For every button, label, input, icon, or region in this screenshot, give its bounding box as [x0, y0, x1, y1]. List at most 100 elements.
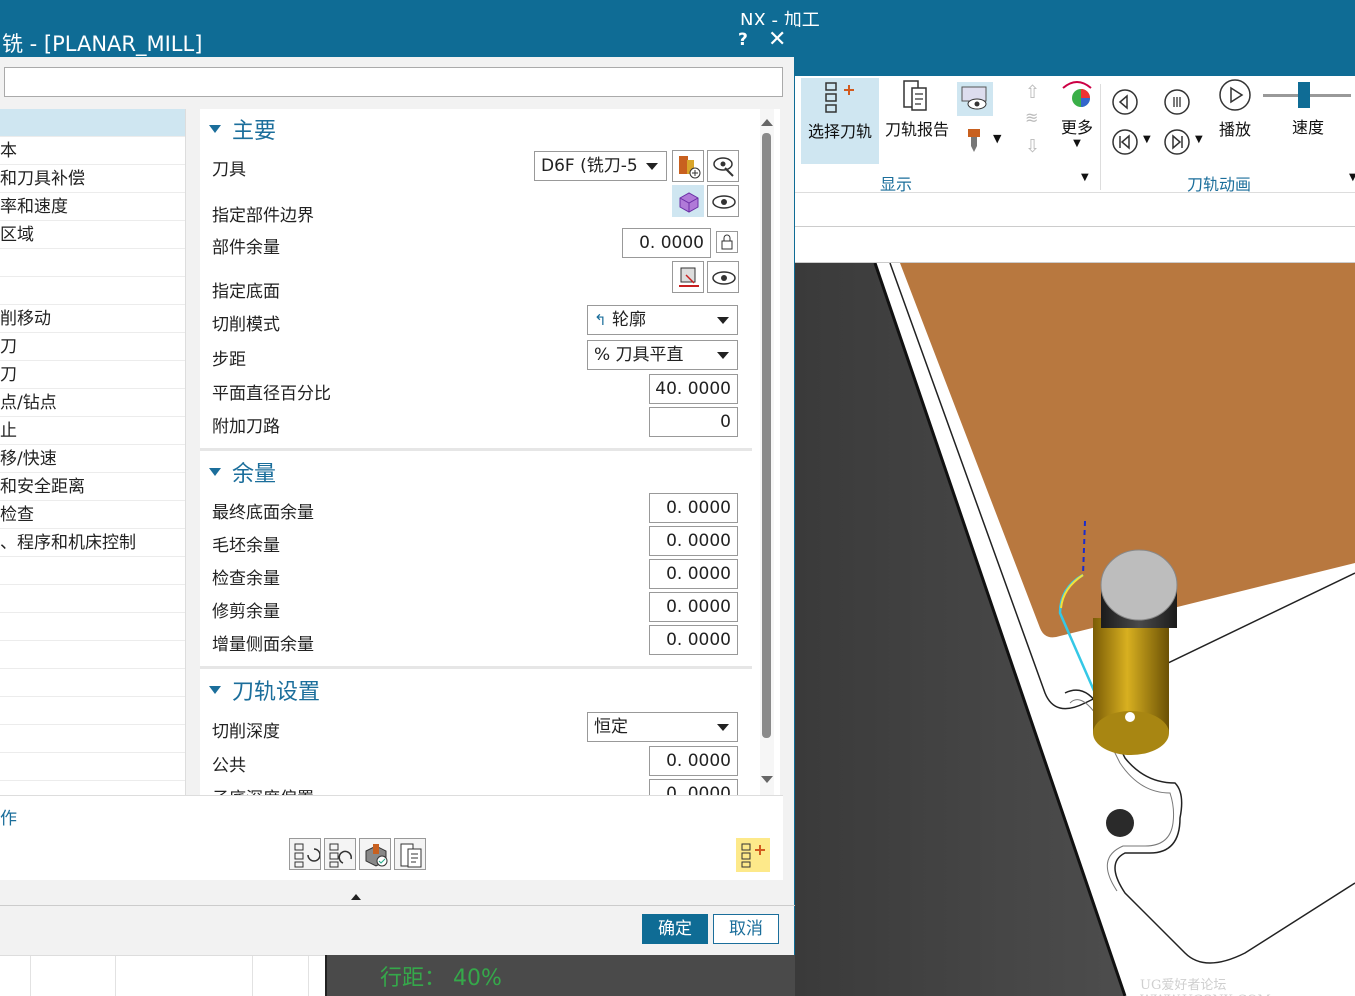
- final-floor-stock-input[interactable]: 0. 0000: [649, 493, 738, 523]
- more-dropdown-icon: ▼: [1073, 138, 1081, 149]
- trim-stock-input[interactable]: 0. 0000: [649, 592, 738, 622]
- verify-button[interactable]: [359, 838, 391, 870]
- cancel-button[interactable]: 取消: [713, 914, 779, 944]
- help-button[interactable]: ?: [738, 30, 748, 50]
- scrollbar-thumb[interactable]: [762, 133, 771, 738]
- operations-area: 作: [0, 795, 783, 880]
- nav-item[interactable]: 削移动: [0, 305, 185, 333]
- nav-item[interactable]: 率和速度: [0, 193, 185, 221]
- dialog-titlebar[interactable]: 铣 - [PLANAR_MILL] ? ✕: [0, 25, 795, 57]
- additional-passes-input[interactable]: 0: [649, 407, 738, 437]
- nav-item[interactable]: [0, 249, 185, 277]
- toolpath-report-button[interactable]: 刀轨报告: [881, 78, 953, 140]
- nav-item[interactable]: 移/快速: [0, 445, 185, 473]
- flat-diameter-input[interactable]: 40. 0000: [649, 374, 738, 404]
- depth-offset-input[interactable]: 0. 0000: [649, 779, 738, 795]
- show-part-boundary-button[interactable]: [707, 185, 739, 217]
- new-tool-button[interactable]: [672, 150, 704, 182]
- select-part-boundary-button[interactable]: [672, 185, 704, 217]
- stepover-select[interactable]: % 刀具平直: [587, 340, 738, 370]
- list-button[interactable]: [394, 838, 426, 870]
- nav-item[interactable]: 刀: [0, 333, 185, 361]
- group-path-settings-header[interactable]: 刀轨设置: [200, 672, 752, 708]
- nav-item[interactable]: 止: [0, 417, 185, 445]
- group-stock-header[interactable]: 余量: [200, 454, 752, 490]
- select-toolpath-icon: [825, 82, 854, 113]
- drill-tool-icon: [968, 129, 980, 152]
- chevron-down-icon: [717, 724, 729, 731]
- more-button[interactable]: 更多 ▼: [1057, 78, 1097, 149]
- tool-display-button[interactable]: [963, 128, 985, 158]
- layers-icon[interactable]: ≋: [1025, 108, 1038, 127]
- nav-item[interactable]: [0, 697, 185, 725]
- replay-button[interactable]: [324, 838, 356, 870]
- speed-slider-thumb[interactable]: [1298, 82, 1310, 108]
- nav-item[interactable]: 检查: [0, 501, 185, 529]
- tool-display-dropdown-icon[interactable]: ▼: [993, 132, 1001, 145]
- forward-dropdown-icon[interactable]: ▼: [1195, 134, 1203, 145]
- display-group-label: 显示: [880, 175, 913, 194]
- blank-stock-input[interactable]: 0. 0000: [649, 526, 738, 556]
- nav-item[interactable]: [0, 641, 185, 669]
- watermark: UG爱好者论坛 WWW.UGSNX.COM: [1140, 978, 1271, 996]
- forward-button[interactable]: [1163, 128, 1191, 160]
- generate-button[interactable]: [736, 838, 770, 872]
- common-input[interactable]: 0. 0000: [649, 746, 738, 776]
- cut-pattern-select[interactable]: ↰ 轮廓: [587, 305, 738, 335]
- nav-item[interactable]: [0, 585, 185, 613]
- tool-select[interactable]: D6F (铣刀-5: [534, 151, 667, 181]
- nav-item[interactable]: [0, 753, 185, 781]
- cut-pattern-label: 切削模式: [212, 315, 280, 335]
- wall-stock-input[interactable]: 0. 0000: [649, 625, 738, 655]
- move-down-icon[interactable]: ⇩: [1025, 136, 1040, 157]
- nav-item[interactable]: [0, 557, 185, 585]
- nav-item[interactable]: [0, 277, 185, 305]
- more-label: 更多: [1060, 118, 1093, 137]
- scroll-down-icon[interactable]: [761, 776, 773, 783]
- step-back-button[interactable]: [1111, 88, 1139, 120]
- nav-item[interactable]: [0, 669, 185, 697]
- select-toolpath-button[interactable]: 选择刀轨: [801, 78, 879, 164]
- pause-button[interactable]: [1163, 88, 1191, 120]
- nav-item[interactable]: 本: [0, 137, 185, 165]
- ribbon-toolbar-row: [795, 227, 1355, 263]
- show-floor-button[interactable]: [707, 261, 739, 293]
- part-stock-label: 部件余量: [212, 238, 280, 258]
- nav-item[interactable]: [0, 613, 185, 641]
- part-stock-input[interactable]: 0. 0000: [622, 228, 711, 258]
- graphics-viewport[interactable]: [795, 263, 1355, 996]
- nav-item[interactable]: 点/钻点: [0, 389, 185, 417]
- display-toggle-button[interactable]: [957, 82, 993, 116]
- group-main-header[interactable]: 主要: [200, 111, 752, 147]
- group-stock-title: 余量: [232, 462, 277, 487]
- rewind-dropdown-icon[interactable]: ▼: [1143, 134, 1151, 145]
- nav-item[interactable]: 刀: [0, 361, 185, 389]
- nav-item[interactable]: 和刀具补偿: [0, 165, 185, 193]
- part-boundary-label: 指定部件边界: [212, 206, 314, 226]
- lock-icon: [721, 234, 733, 250]
- lock-button[interactable]: [716, 231, 738, 253]
- nav-item[interactable]: 和安全距离: [0, 473, 185, 501]
- ok-button[interactable]: 确定: [642, 914, 708, 944]
- nav-item[interactable]: [0, 109, 185, 137]
- regenerate-button[interactable]: [289, 838, 321, 870]
- ribbon-divider: [1100, 84, 1101, 190]
- collapse-dialog-icon[interactable]: [351, 894, 361, 900]
- edit-tool-button[interactable]: [707, 150, 739, 182]
- group-separator: [200, 448, 752, 451]
- nav-item[interactable]: 区域: [0, 221, 185, 249]
- cut-depth-select[interactable]: 恒定: [587, 712, 738, 742]
- play-button[interactable]: 播放: [1215, 78, 1255, 140]
- close-button[interactable]: ✕: [768, 27, 786, 52]
- dialog-search-input[interactable]: [4, 67, 783, 97]
- display-group-expand-icon[interactable]: ▼: [1081, 172, 1089, 183]
- check-stock-input[interactable]: 0. 0000: [649, 559, 738, 589]
- rewind-button[interactable]: [1111, 128, 1139, 160]
- select-floor-button[interactable]: [672, 261, 704, 293]
- nav-item[interactable]: [0, 725, 185, 753]
- scroll-up-icon[interactable]: [761, 119, 773, 126]
- nav-item[interactable]: [0, 781, 185, 795]
- move-up-icon[interactable]: ⇧: [1025, 80, 1040, 106]
- nav-item[interactable]: 、程序和机床控制: [0, 529, 185, 557]
- animation-group-expand-icon[interactable]: ▼: [1349, 172, 1355, 183]
